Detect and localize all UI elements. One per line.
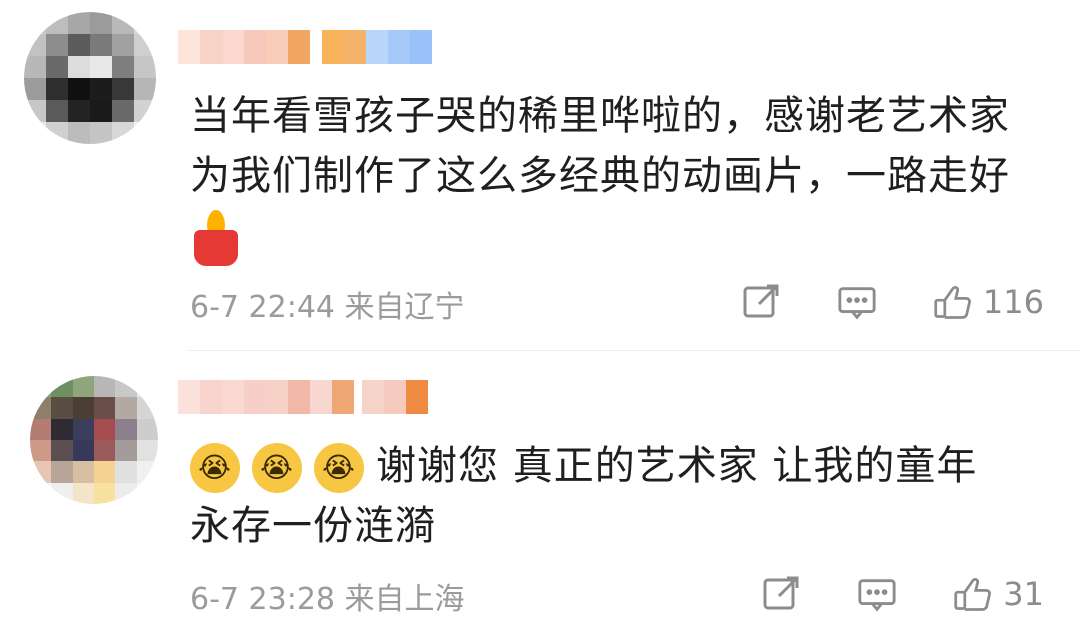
like-icon[interactable] bbox=[953, 574, 993, 614]
crying-face-icon: 😭 bbox=[314, 443, 364, 493]
share-icon[interactable] bbox=[741, 282, 781, 322]
comment-item: 😭 😭 😭 谢谢您 真正的艺术家 让我的童年 永存一份涟漪 6-7 23:28 来自上… bbox=[0, 350, 1080, 628]
comment-meta: 6-7 22:44 来自辽宁 bbox=[190, 290, 465, 325]
crying-face-icon: 😭 bbox=[252, 443, 302, 493]
like-button[interactable]: 116 bbox=[933, 282, 1044, 322]
comment-text-segment: 谢谢您 真正的艺术家 让我的童年 bbox=[376, 443, 978, 489]
comment-actions: 116 bbox=[741, 280, 1044, 324]
comment-text-line: 当年看雪孩子哭的稀里哗啦的，感谢老艺术家 bbox=[190, 93, 1010, 139]
comment-icon[interactable] bbox=[837, 282, 877, 322]
like-button[interactable]: 31 bbox=[953, 574, 1044, 614]
comment-text-line: 永存一份涟漪 bbox=[190, 503, 436, 549]
comment-text: 当年看雪孩子哭的稀里哗啦的，感谢老艺术家 为我们制作了这么多经典的动画片，一路走… bbox=[190, 86, 1050, 266]
avatar[interactable] bbox=[24, 12, 156, 144]
username-blurred[interactable] bbox=[178, 30, 432, 64]
comment-meta: 6-7 23:28 来自上海 bbox=[190, 582, 465, 617]
comment-text: 😭 😭 😭 谢谢您 真正的艺术家 让我的童年 永存一份涟漪 bbox=[190, 436, 1050, 556]
share-icon[interactable] bbox=[761, 574, 801, 614]
comment-actions: 31 bbox=[761, 572, 1044, 616]
candle-emoji bbox=[190, 210, 242, 266]
like-icon[interactable] bbox=[933, 282, 973, 322]
comment-text-line: 😭 😭 😭 谢谢您 真正的艺术家 让我的童年 bbox=[190, 436, 1050, 496]
crying-face-icon: 😭 bbox=[190, 443, 240, 493]
like-count: 116 bbox=[982, 283, 1044, 321]
comment-text-line: 为我们制作了这么多经典的动画片，一路走好 bbox=[190, 153, 1010, 199]
emoji-line bbox=[190, 206, 1050, 266]
username-blurred[interactable] bbox=[178, 380, 428, 414]
like-count: 31 bbox=[1003, 575, 1044, 613]
comment-item: 当年看雪孩子哭的稀里哗啦的，感谢老艺术家 为我们制作了这么多经典的动画片，一路走… bbox=[0, 0, 1080, 350]
avatar[interactable] bbox=[30, 376, 158, 504]
comment-icon[interactable] bbox=[857, 574, 897, 614]
